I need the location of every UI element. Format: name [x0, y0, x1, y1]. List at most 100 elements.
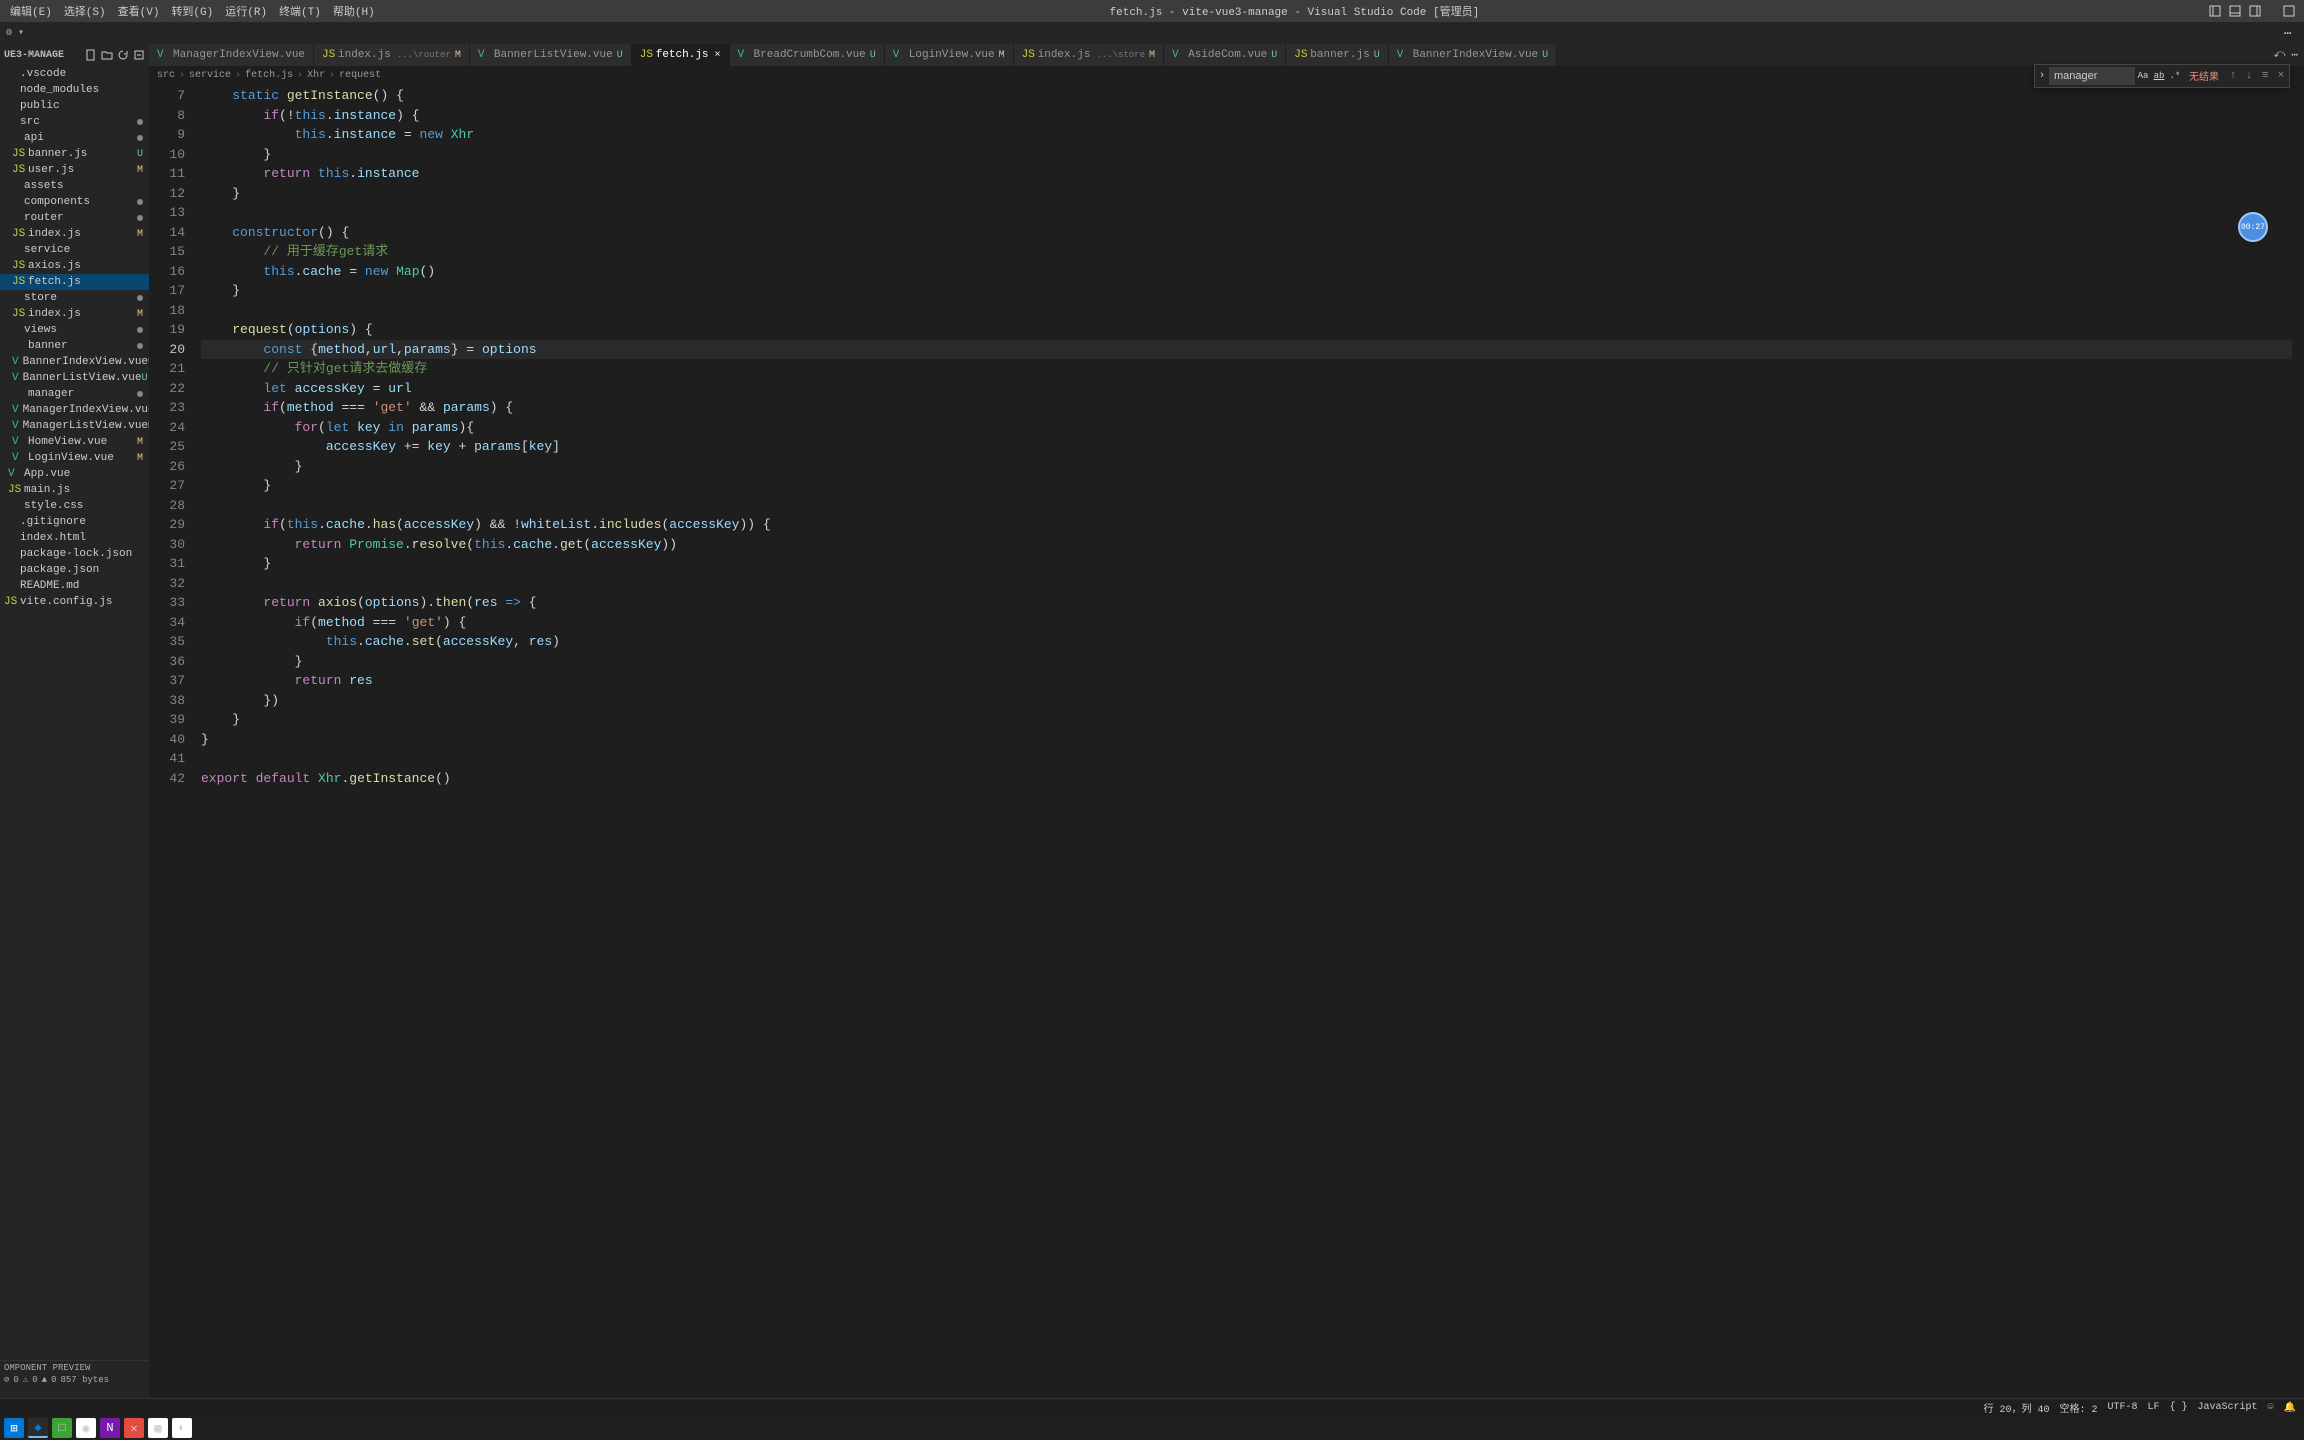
- layout-right-icon[interactable]: [2248, 4, 2262, 18]
- eol[interactable]: LF: [2147, 1402, 2159, 1413]
- tree-item[interactable]: VBannerListView.vueU: [0, 370, 149, 386]
- tree-item[interactable]: banner: [0, 338, 149, 354]
- close-tab-icon[interactable]: ×: [715, 50, 721, 61]
- tree-item[interactable]: .vscode: [0, 66, 149, 82]
- tree-item[interactable]: VManagerIndexView.vue: [0, 402, 149, 418]
- tree-item[interactable]: style.css: [0, 498, 149, 514]
- go-back-icon[interactable]: ⤺: [2274, 49, 2286, 61]
- tree-item[interactable]: VApp.vue: [0, 466, 149, 482]
- tree-item[interactable]: index.html: [0, 530, 149, 546]
- breadcrumb-item[interactable]: request: [339, 70, 381, 81]
- code-line[interactable]: // 只针对get请求去做缓存: [201, 359, 2292, 379]
- tree-item[interactable]: JSaxios.js: [0, 258, 149, 274]
- breadcrumb-item[interactable]: src: [157, 70, 175, 81]
- breadcrumb[interactable]: src›service›fetch.js›Xhr›request: [149, 66, 2304, 84]
- layout-icon[interactable]: [2208, 4, 2222, 18]
- tree-item[interactable]: README.md: [0, 578, 149, 594]
- tree-item[interactable]: JSindex.jsM: [0, 226, 149, 242]
- vscode-taskbar-icon[interactable]: ◆: [28, 1418, 48, 1438]
- code-line[interactable]: }: [201, 476, 2292, 496]
- tree-item[interactable]: store: [0, 290, 149, 306]
- find-input[interactable]: [2049, 67, 2135, 85]
- code-line[interactable]: let accessKey = url: [201, 379, 2292, 399]
- code-line[interactable]: // 用于缓存get请求: [201, 242, 2292, 262]
- tree-item[interactable]: api: [0, 130, 149, 146]
- code-line[interactable]: for(let key in params){: [201, 418, 2292, 438]
- find-close-icon[interactable]: ×: [2273, 70, 2289, 82]
- tree-item[interactable]: package.json: [0, 562, 149, 578]
- encoding[interactable]: UTF-8: [2107, 1402, 2137, 1413]
- notifications-icon[interactable]: 🔔: [2284, 1402, 2296, 1414]
- code-line[interactable]: static getInstance() {: [201, 86, 2292, 106]
- code-line[interactable]: this.instance = new Xhr: [201, 125, 2292, 145]
- more-icon[interactable]: ⋯: [2284, 26, 2298, 40]
- app-icon-2[interactable]: ✕: [124, 1418, 144, 1438]
- find-next-icon[interactable]: ↓: [2241, 70, 2257, 82]
- file-tree[interactable]: .vscodenode_modulespublicsrcapiJSbanner.…: [0, 66, 149, 1360]
- code-content[interactable]: static getInstance() { if(!this.instance…: [201, 84, 2292, 1398]
- editor-tab[interactable]: VManagerIndexView.vue: [149, 44, 314, 66]
- menu-item[interactable]: 转到(G): [165, 3, 219, 19]
- tree-item[interactable]: router: [0, 210, 149, 226]
- tree-item[interactable]: package-lock.json: [0, 546, 149, 562]
- code-line[interactable]: [201, 749, 2292, 769]
- app-icon-3[interactable]: ▦: [148, 1418, 168, 1438]
- tree-item[interactable]: .gitignore: [0, 514, 149, 530]
- menu-item[interactable]: 选择(S): [58, 3, 112, 19]
- code-line[interactable]: const {method,url,params} = options: [201, 340, 2292, 360]
- code-line[interactable]: request(options) {: [201, 320, 2292, 340]
- code-line[interactable]: }: [201, 554, 2292, 574]
- brackets-icon[interactable]: { }: [2170, 1402, 2188, 1413]
- find-selection-icon[interactable]: ≡: [2257, 70, 2273, 82]
- code-line[interactable]: return this.instance: [201, 164, 2292, 184]
- code-line[interactable]: [201, 574, 2292, 594]
- code-line[interactable]: }): [201, 691, 2292, 711]
- code-line[interactable]: [201, 301, 2292, 321]
- tree-item[interactable]: JSuser.jsM: [0, 162, 149, 178]
- tree-item[interactable]: JSmain.js: [0, 482, 149, 498]
- code-line[interactable]: return Promise.resolve(this.cache.get(ac…: [201, 535, 2292, 555]
- code-line[interactable]: [201, 496, 2292, 516]
- refresh-icon[interactable]: [117, 49, 129, 61]
- code-line[interactable]: }: [201, 145, 2292, 165]
- tree-item[interactable]: assets: [0, 178, 149, 194]
- app-icon[interactable]: □: [52, 1418, 72, 1438]
- new-file-icon[interactable]: [85, 49, 97, 61]
- code-line[interactable]: [201, 203, 2292, 223]
- code-line[interactable]: export default Xhr.getInstance(): [201, 769, 2292, 789]
- editor-tab[interactable]: VBannerListView.vueU: [470, 44, 632, 66]
- code-line[interactable]: }: [201, 184, 2292, 204]
- editor-tab[interactable]: JSindex.js...\storeM: [1014, 44, 1164, 66]
- collapse-icon[interactable]: [133, 49, 145, 61]
- layout-custom-icon[interactable]: [2282, 4, 2296, 18]
- regex-icon[interactable]: .*: [2167, 68, 2183, 84]
- menu-item[interactable]: 运行(R): [219, 3, 273, 19]
- toolbar-left[interactable]: ⚙ ▾: [6, 27, 24, 39]
- code-line[interactable]: return res: [201, 671, 2292, 691]
- tree-item[interactable]: JSindex.jsM: [0, 306, 149, 322]
- tree-item[interactable]: components: [0, 194, 149, 210]
- tree-item[interactable]: public: [0, 98, 149, 114]
- menu-item[interactable]: 终端(T): [273, 3, 327, 19]
- new-folder-icon[interactable]: [101, 49, 113, 61]
- code-line[interactable]: }: [201, 281, 2292, 301]
- code-line[interactable]: }: [201, 730, 2292, 750]
- onenote-icon[interactable]: N: [100, 1418, 120, 1438]
- code-line[interactable]: }: [201, 652, 2292, 672]
- tree-item[interactable]: service: [0, 242, 149, 258]
- tree-item[interactable]: VBannerIndexView.vueU: [0, 354, 149, 370]
- editor-tab[interactable]: JSfetch.js×: [632, 44, 730, 66]
- breadcrumb-item[interactable]: service: [189, 70, 231, 81]
- breadcrumb-item[interactable]: fetch.js: [245, 70, 293, 81]
- menu-item[interactable]: 帮助(H): [327, 3, 381, 19]
- tree-item[interactable]: manager: [0, 386, 149, 402]
- code-line[interactable]: if(this.cache.has(accessKey) && !whiteLi…: [201, 515, 2292, 535]
- tree-item[interactable]: src: [0, 114, 149, 130]
- find-prev-icon[interactable]: ↑: [2225, 70, 2241, 82]
- breadcrumb-item[interactable]: Xhr: [307, 70, 325, 81]
- cursor-position[interactable]: 行 20，列 40: [1983, 1400, 2049, 1416]
- editor-tab[interactable]: JSbanner.jsU: [1286, 44, 1388, 66]
- tree-item[interactable]: VHomeView.vueM: [0, 434, 149, 450]
- app-icon-4[interactable]: ◐: [172, 1418, 192, 1438]
- indent-spaces[interactable]: 空格: 2: [2059, 1400, 2097, 1416]
